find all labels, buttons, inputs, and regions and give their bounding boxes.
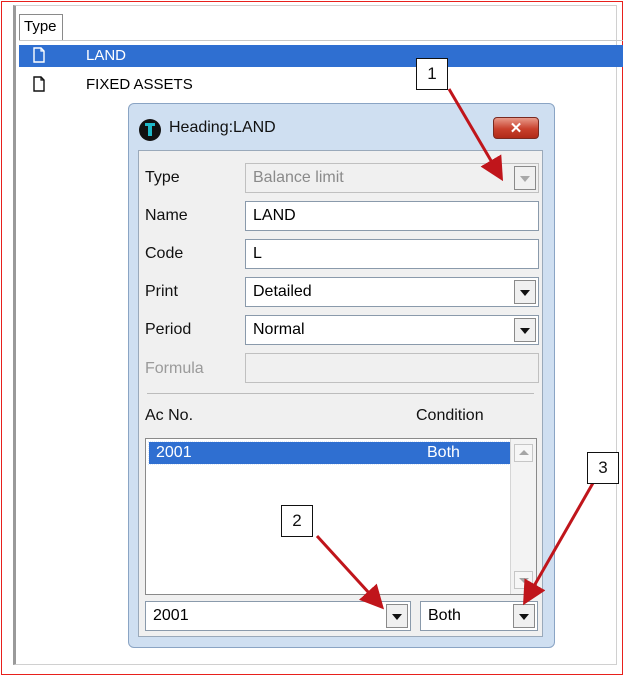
callout-1: 1 [416, 58, 448, 90]
callout-2: 2 [281, 505, 313, 537]
arrow-3 [523, 482, 595, 606]
annotation-arrows [315, 88, 595, 610]
arrow-2 [315, 534, 385, 610]
arrow-1 [447, 88, 504, 182]
callout-3: 3 [587, 452, 619, 484]
